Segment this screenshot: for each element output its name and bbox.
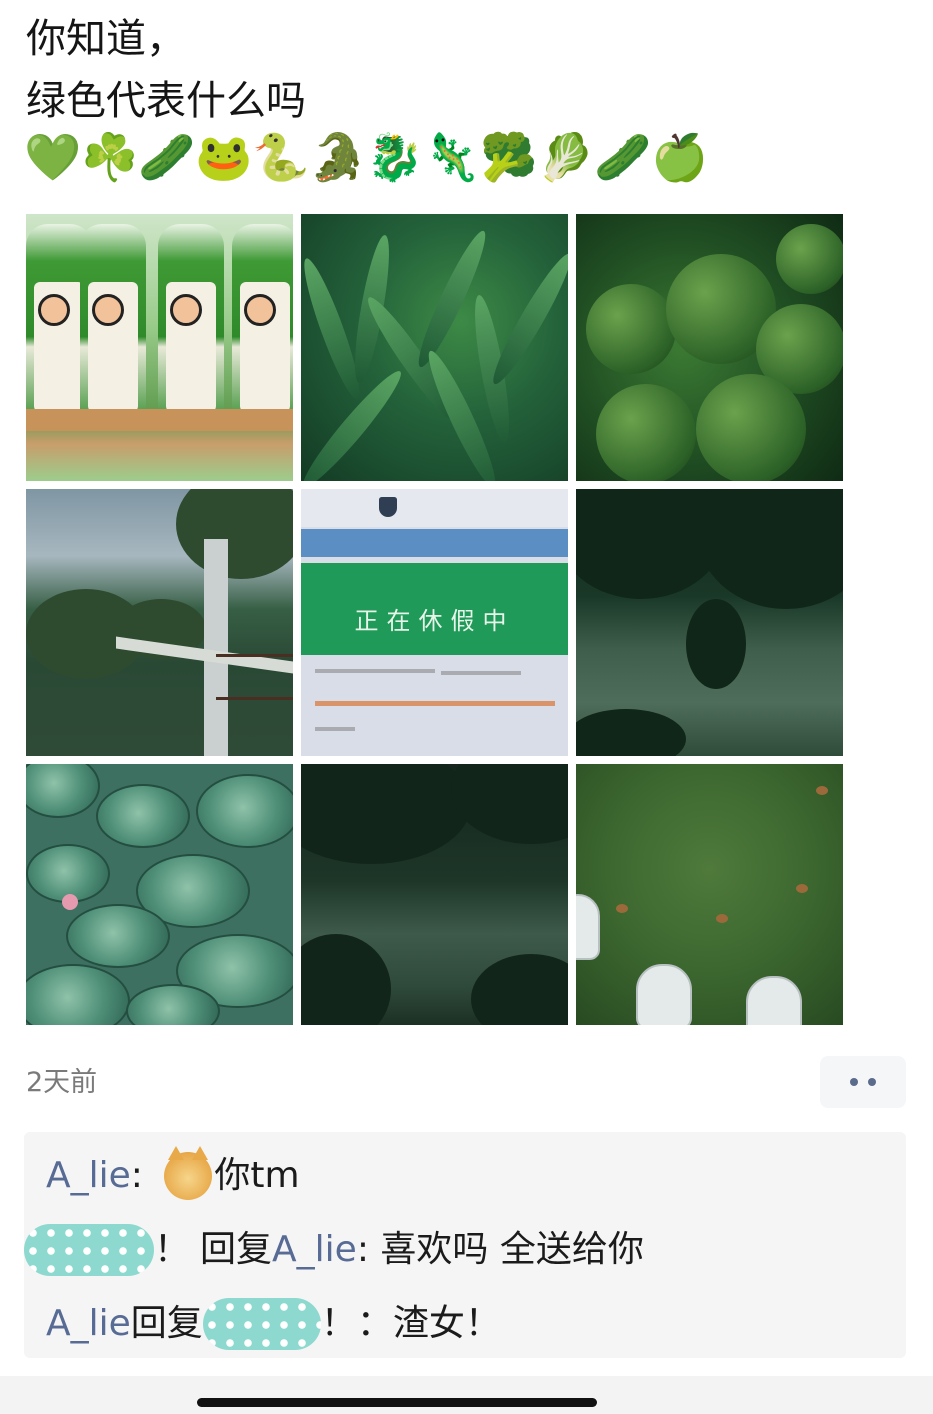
photo-bridge[interactable] [26, 489, 293, 756]
comment-suffix: ！ [154, 1229, 191, 1270]
cucumber-icon: 🥒 [138, 130, 196, 184]
lizard-icon: 🦎 [423, 130, 481, 184]
comment-separator: : [130, 1155, 155, 1196]
emoji-row: 💚 ☘️ 🥒 🐸 🐍 🐊 🐉 🦎 🥦 🥬 🥒 🍏 [24, 128, 709, 186]
cat-face-icon [164, 1146, 213, 1200]
comment-item[interactable]: A_lie : 你tm [46, 1146, 300, 1206]
comment-user[interactable]: A_lie [46, 1294, 131, 1354]
comment-item[interactable]: A_lie 回复 ！ ： 渣女！ [46, 1294, 501, 1354]
photo-broccoli[interactable] [576, 214, 843, 481]
redacted-username[interactable] [202, 1298, 321, 1350]
screen-text: 正在休假中 [354, 607, 515, 635]
photo-milk-tea-bottles[interactable] [26, 214, 293, 481]
photo-leafy-greens[interactable] [301, 214, 568, 481]
frog-icon: 🐸 [195, 130, 253, 184]
snake-icon: 🐍 [252, 130, 310, 184]
post-text-line-2: 绿色代表什么吗 [26, 78, 306, 124]
home-bar-area [0, 1376, 933, 1414]
more-options-button[interactable] [820, 1056, 906, 1108]
comment-text: 渣女！ [392, 1303, 501, 1344]
comment-suffix: ！ [320, 1303, 357, 1344]
post-time: 2天前 [26, 1067, 98, 1098]
green-apple-icon: 🍏 [651, 130, 709, 184]
comments-section: A_lie : 你tm ！ 回复 A_lie : 喜欢吗 全送给你 A_lie … [24, 1132, 906, 1358]
redacted-username[interactable] [24, 1224, 154, 1276]
comment-separator: ： [356, 1303, 393, 1344]
leafy-green-icon: 🥬 [537, 130, 595, 184]
photo-lotus-leaves[interactable] [26, 764, 293, 1025]
photo-dark-river[interactable] [576, 489, 843, 756]
broccoli-icon: 🥦 [480, 130, 538, 184]
green-heart-icon: 💚 [24, 130, 82, 184]
more-dot-icon [850, 1078, 858, 1086]
reply-word: 回复 [130, 1303, 203, 1344]
shield-icon [379, 497, 397, 517]
cucumber-icon: 🥒 [594, 130, 652, 184]
comment-separator: : [356, 1229, 381, 1270]
comment-item[interactable]: ！ 回复 A_lie : 喜欢吗 全送给你 [24, 1220, 644, 1280]
comment-text: 你tm [214, 1155, 300, 1196]
post-text-line-1: 你知道， [26, 16, 186, 62]
dragon-icon: 🐉 [366, 130, 424, 184]
post-text: 你知道， 绿色代表什么吗 [26, 8, 906, 132]
reply-to-user[interactable]: A_lie [272, 1220, 357, 1280]
reply-word: 回复 [200, 1229, 273, 1270]
comment-text: 喜欢吗 全送给你 [380, 1229, 644, 1270]
shamrock-icon: ☘️ [81, 130, 139, 184]
more-dot-icon [868, 1078, 876, 1086]
crocodile-icon: 🐊 [309, 130, 367, 184]
photo-screen[interactable]: 正在休假中 [301, 489, 568, 756]
photo-dark-pond[interactable] [301, 764, 568, 1025]
comment-user[interactable]: A_lie [46, 1146, 131, 1206]
home-indicator[interactable] [197, 1398, 597, 1407]
photo-grass-shoes[interactable] [576, 764, 843, 1025]
photo-grid: 正在休假中 [26, 214, 844, 1025]
